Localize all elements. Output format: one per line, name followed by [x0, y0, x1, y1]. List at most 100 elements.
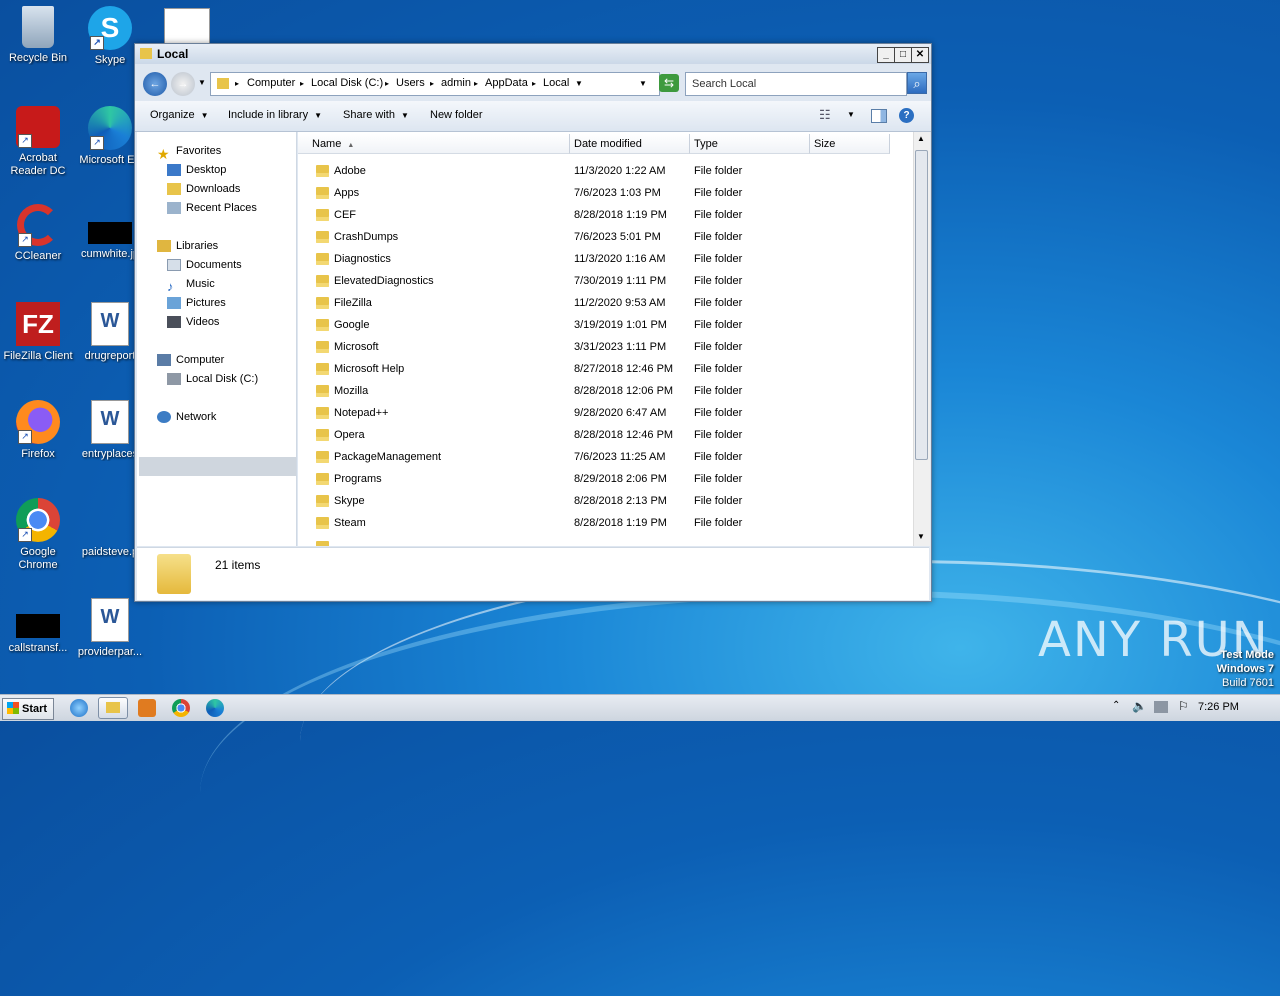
include-in-library-button[interactable]: Include in library ▼: [228, 109, 322, 121]
edge-icon[interactable]: [206, 699, 224, 717]
explorer-taskbar-button[interactable]: [98, 697, 128, 719]
preview-pane-icon[interactable]: [871, 109, 887, 123]
view-options-icon[interactable]: ☷: [819, 107, 831, 123]
desktop-icon: [167, 164, 181, 177]
back-button[interactable]: ←: [143, 72, 167, 96]
share-with-button[interactable]: Share with ▼: [343, 109, 409, 121]
nav-documents[interactable]: Documents: [167, 256, 242, 274]
file-row-partial[interactable]: [298, 536, 910, 546]
file-row[interactable]: Mozilla 8/28/2018 12:06 PM File folder: [298, 380, 910, 402]
file-row[interactable]: Google 3/19/2019 1:01 PM File folder: [298, 314, 910, 336]
nav-local-disk[interactable]: Local Disk (C:): [167, 370, 258, 388]
column-header-type[interactable]: Type: [690, 134, 810, 154]
file-date-modified: 11/3/2020 1:16 AM: [574, 253, 666, 265]
desktop-icon-callstransf[interactable]: callstransf...: [0, 604, 76, 655]
file-row[interactable]: Opera 8/28/2018 12:46 PM File folder: [298, 424, 910, 446]
desktop-icon-chrome[interactable]: ↗ Google Chrome: [0, 498, 76, 572]
nav-desktop[interactable]: Desktop: [167, 161, 226, 179]
folder-icon: [316, 319, 329, 331]
file-row[interactable]: FileZilla 11/2/2020 9:53 AM File folder: [298, 292, 910, 314]
show-hidden-icons-button[interactable]: ⌃: [1112, 700, 1120, 711]
file-row[interactable]: CrashDumps 7/6/2023 5:01 PM File folder: [298, 226, 910, 248]
file-row[interactable]: Diagnostics 11/3/2020 1:16 AM File folder: [298, 248, 910, 270]
address-history-dropdown[interactable]: ▼: [639, 79, 647, 88]
nav-network[interactable]: Network: [157, 408, 216, 426]
file-row[interactable]: Adobe 11/3/2020 1:22 AM File folder: [298, 160, 910, 182]
file-name: Apps: [334, 187, 360, 199]
title-bar[interactable]: Local _ □ ✕: [135, 44, 931, 64]
help-icon[interactable]: ?: [899, 108, 914, 123]
nav-videos[interactable]: Videos: [167, 313, 219, 331]
desktop-icon-acrobat[interactable]: ↗ Acrobat Reader DC: [0, 106, 76, 178]
file-name: Adobe: [334, 165, 366, 177]
breadcrumb-appdata[interactable]: AppData: [485, 77, 528, 89]
breadcrumb-admin[interactable]: admin: [441, 77, 471, 89]
file-row[interactable]: Programs 8/29/2018 2:06 PM File folder: [298, 468, 910, 490]
search-input[interactable]: Search Local: [685, 72, 907, 96]
file-row[interactable]: Notepad++ 9/28/2020 6:47 AM File folder: [298, 402, 910, 424]
scroll-up-arrow[interactable]: ▲: [917, 134, 925, 143]
internet-explorer-icon[interactable]: [70, 699, 88, 717]
forward-button[interactable]: →: [171, 72, 195, 96]
chevron-down-icon[interactable]: ▼: [575, 79, 583, 88]
computer-icon: [157, 354, 171, 367]
file-row[interactable]: Microsoft Help 8/27/2018 12:46 PM File fol…: [298, 358, 910, 380]
file-date-modified: 8/29/2018 2:06 PM: [574, 473, 667, 485]
column-header-name[interactable]: Name ▲: [298, 134, 570, 154]
taskbar-clock[interactable]: 7:26 PM: [1198, 701, 1239, 713]
maximize-button[interactable]: □: [894, 47, 912, 63]
breadcrumb-local-disk[interactable]: Local Disk (C:): [311, 77, 383, 89]
network-status-icon[interactable]: [1154, 701, 1168, 713]
nav-computer[interactable]: Computer: [157, 351, 224, 369]
desktop-icon-label: Acrobat: [19, 152, 57, 164]
chrome-icon[interactable]: [172, 699, 190, 717]
minimize-button[interactable]: _: [877, 47, 895, 63]
volume-icon[interactable]: 🔈: [1132, 699, 1147, 713]
file-row[interactable]: Microsoft 3/31/2023 1:11 PM File folder: [298, 336, 910, 358]
desktop-icon-ccleaner[interactable]: ↗ CCleaner: [0, 204, 76, 263]
folder-icon: [106, 702, 120, 713]
search-icon[interactable]: ⌕: [907, 72, 927, 94]
file-row[interactable]: Skype 8/28/2018 2:13 PM File folder: [298, 490, 910, 512]
desktop-icon-firefox[interactable]: ↗ Firefox: [0, 400, 76, 461]
column-header-date-modified[interactable]: Date modified: [570, 134, 690, 154]
chevron-down-icon[interactable]: ▼: [847, 110, 855, 119]
vertical-scrollbar[interactable]: ▲ ▼: [913, 132, 930, 546]
address-bar[interactable]: ▸ Computer ▸ Local Disk (C:) ▸ Users ▸ a…: [210, 72, 660, 96]
desktop-icon-filezilla[interactable]: FZ FileZilla Client: [0, 302, 76, 363]
word-document-icon[interactable]: [164, 8, 210, 44]
nav-pictures[interactable]: Pictures: [167, 294, 226, 312]
desktop-icon-providerpar[interactable]: W providerpar...: [72, 598, 148, 659]
media-player-icon[interactable]: [138, 699, 156, 717]
file-row[interactable]: Apps 7/6/2023 1:03 PM File folder: [298, 182, 910, 204]
file-date-modified: 8/28/2018 12:46 PM: [574, 429, 674, 441]
file-row[interactable]: CEF 8/28/2018 1:19 PM File folder: [298, 204, 910, 226]
scroll-down-arrow[interactable]: ▼: [917, 532, 925, 541]
breadcrumb-computer[interactable]: Computer: [247, 77, 295, 89]
refresh-button[interactable]: ⇆: [659, 74, 679, 92]
nav-recent-places[interactable]: Recent Places: [167, 199, 257, 217]
action-center-flag-icon[interactable]: ⚐: [1178, 699, 1189, 713]
breadcrumb-local[interactable]: Local: [543, 77, 569, 89]
close-button[interactable]: ✕: [911, 47, 929, 63]
breadcrumb-users[interactable]: Users: [396, 77, 425, 89]
nav-favorites[interactable]: ★ Favorites: [157, 142, 221, 163]
file-date-modified: 8/28/2018 2:13 PM: [574, 495, 667, 507]
scrollbar-thumb[interactable]: [915, 150, 928, 460]
column-header-size[interactable]: Size: [810, 134, 890, 154]
edge-icon: ↗: [88, 106, 132, 150]
file-row[interactable]: Steam 8/28/2018 1:19 PM File folder: [298, 512, 910, 534]
desktop-icon-recycle-bin[interactable]: Recycle Bin: [0, 6, 76, 65]
nav-music[interactable]: ♪ Music: [167, 275, 215, 294]
folder-icon: [316, 165, 329, 177]
nav-downloads[interactable]: Downloads: [167, 180, 240, 198]
star-icon: ★: [157, 146, 170, 163]
start-button[interactable]: Start: [2, 698, 54, 720]
file-date-modified: 8/28/2018 1:19 PM: [574, 209, 667, 221]
new-folder-button[interactable]: New folder: [430, 109, 483, 121]
file-row[interactable]: PackageManagement 7/6/2023 11:25 AM File f…: [298, 446, 910, 468]
nav-libraries[interactable]: Libraries: [157, 237, 218, 255]
file-row[interactable]: ElevatedDiagnostics 7/30/2019 1:11 PM File…: [298, 270, 910, 292]
recent-pages-dropdown[interactable]: ▼: [198, 78, 206, 87]
organize-button[interactable]: Organize ▼: [150, 109, 209, 121]
